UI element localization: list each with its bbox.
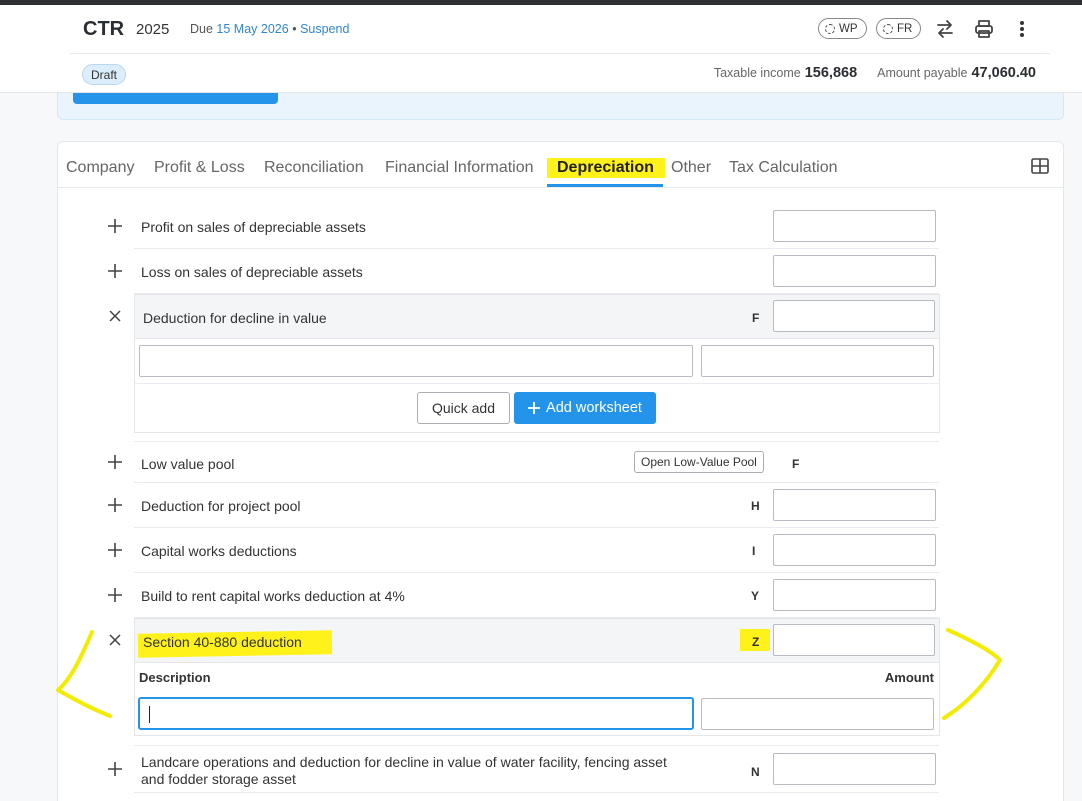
annotation-overlay: [56, 628, 1002, 720]
right-bracket-mark: [942, 628, 1002, 720]
left-bracket-mark: [56, 630, 112, 718]
